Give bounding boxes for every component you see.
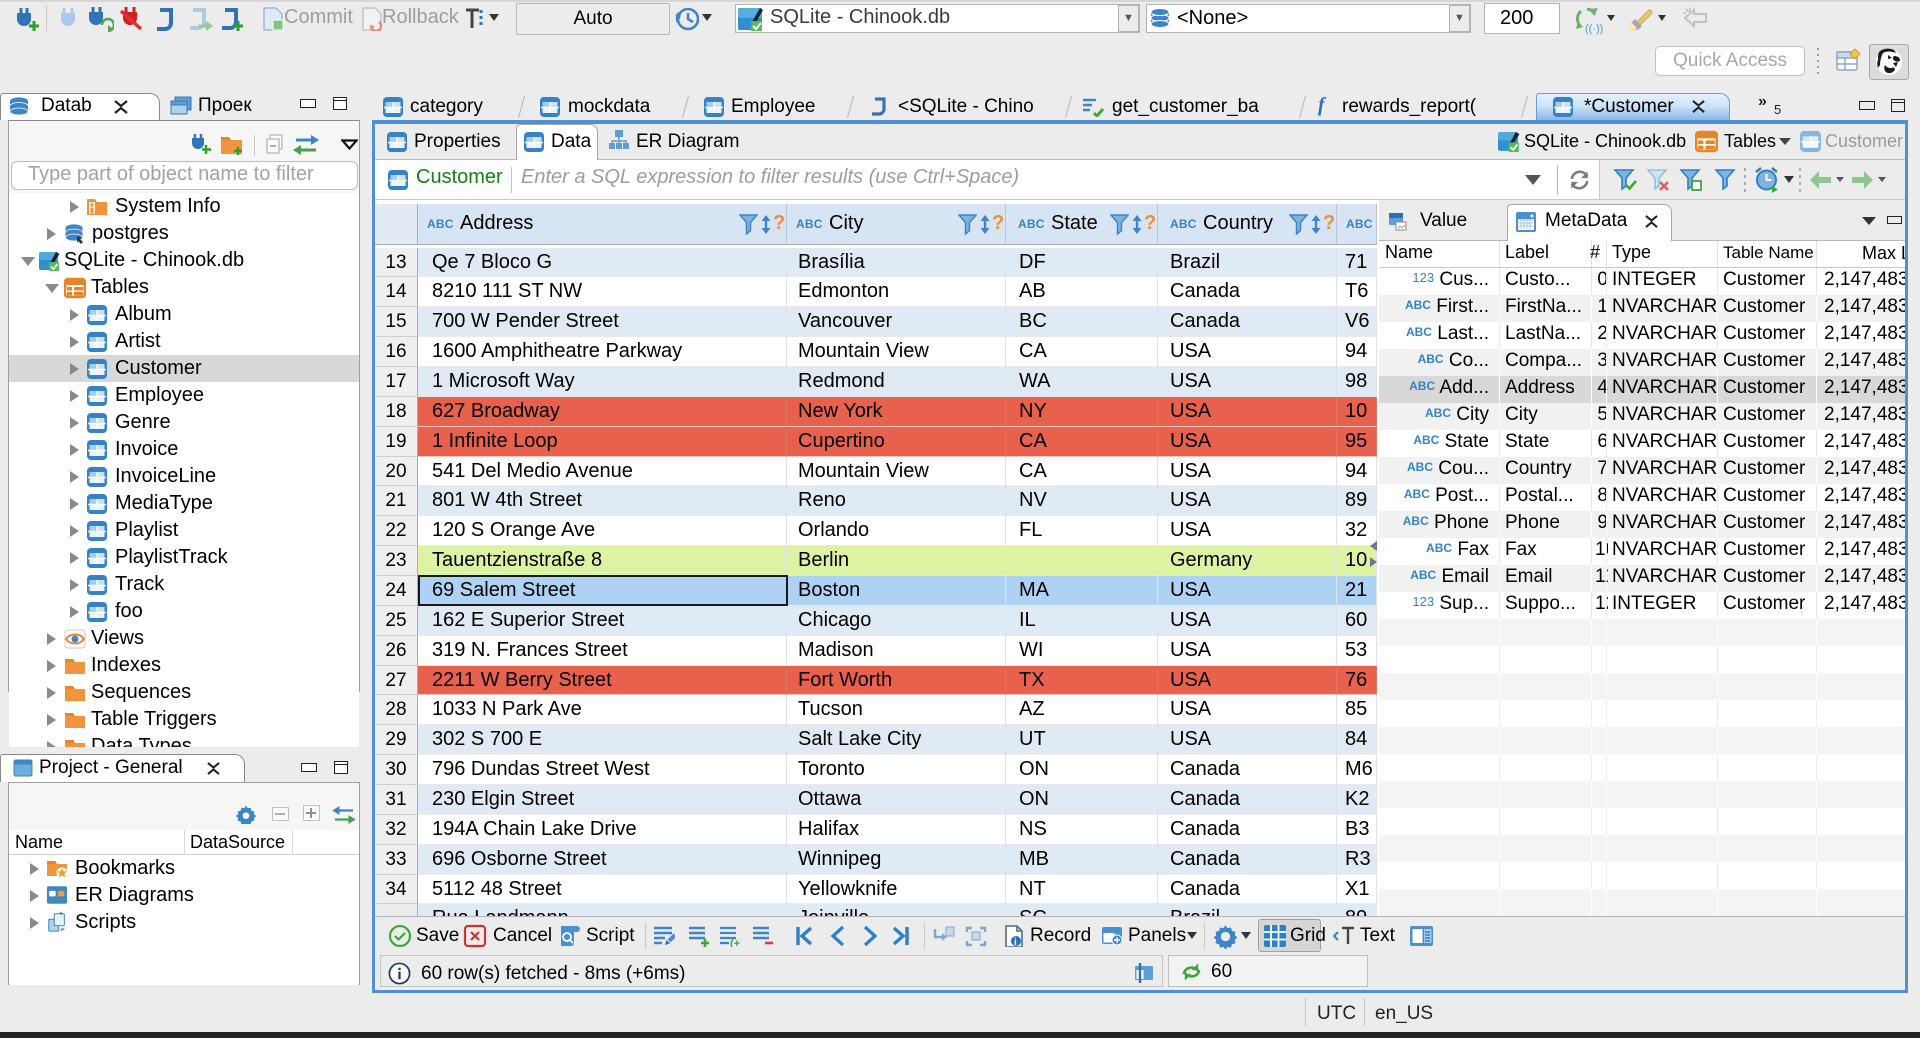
svg-text:(+): (+)	[730, 938, 741, 947]
svg-text:((·)): ((·))	[1585, 23, 1603, 35]
svg-text:i: i	[1014, 937, 1017, 947]
